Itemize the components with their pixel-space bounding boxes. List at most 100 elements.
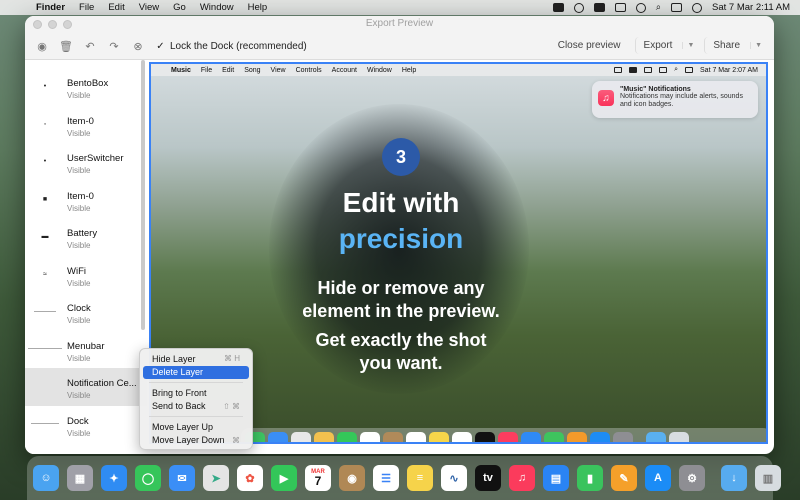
- menu-separator: [149, 382, 243, 383]
- music-note-icon: ♫: [598, 90, 614, 106]
- preview-mail-icon: [268, 432, 288, 442]
- finder-icon[interactable]: ☺: [33, 465, 59, 491]
- battery-icon[interactable]: [614, 3, 626, 12]
- siri-icon[interactable]: [692, 2, 703, 13]
- layer-name: Menubar: [67, 340, 105, 352]
- menu-edit[interactable]: Edit: [108, 2, 124, 13]
- layer-item[interactable]: Dock Visible: [25, 406, 147, 444]
- music-icon[interactable]: ♫: [509, 465, 535, 491]
- link-icon[interactable]: [635, 2, 646, 13]
- layer-thumbnail: [25, 421, 65, 428]
- preview-menu-item: Song: [244, 66, 261, 74]
- clear-icon[interactable]: ⊗: [127, 37, 149, 55]
- layer-item-selected[interactable]: Notification Ce... Visible: [25, 368, 147, 406]
- export-preview-window: Export Preview ◉ 🗑 ↶ ↷ ⊗ ✓ Lock the Dock…: [25, 16, 774, 454]
- numbers-icon[interactable]: ▮: [577, 465, 603, 491]
- layer-item[interactable]: ≈ WiFi Visible: [25, 256, 147, 294]
- preview-settings-icon: [613, 432, 633, 442]
- redo-icon[interactable]: ↷: [103, 37, 125, 55]
- sidebar-scrollbar[interactable]: [141, 60, 145, 330]
- photos-icon[interactable]: ✿: [237, 465, 263, 491]
- menubar-clock[interactable]: Sat 7 Mar 2:11 AM: [712, 2, 790, 13]
- layer-status: Visible: [67, 391, 91, 400]
- search-icon[interactable]: ⌕: [656, 2, 661, 13]
- preview-battery-icon: [644, 67, 653, 73]
- lock-dock-checkbox[interactable]: ✓ Lock the Dock (recommended): [155, 41, 306, 52]
- export-button[interactable]: Export: [634, 37, 681, 54]
- layer-thumbnail: •: [43, 83, 47, 91]
- menu-file[interactable]: File: [79, 2, 94, 13]
- checkmark-icon[interactable]: ✓: [155, 41, 166, 52]
- downloads-folder-icon[interactable]: ↓: [721, 465, 747, 491]
- pages-icon[interactable]: ✎: [611, 465, 637, 491]
- preview-menu-item: Help: [401, 66, 417, 74]
- preview-dock[interactable]: [241, 428, 766, 442]
- menu-move-layer-down-shortcut: ⌘: [232, 435, 240, 445]
- keyboard-icon[interactable]: [593, 3, 605, 12]
- layer-item[interactable]: • BentoBox Visible: [25, 68, 147, 106]
- menu-bring-to-front[interactable]: Bring to Front: [143, 386, 249, 400]
- preview-contacts-icon: [383, 432, 403, 442]
- preview-notification[interactable]: ♫ "Music" Notifications Notifications ma…: [592, 81, 758, 118]
- preview-freeform-icon: [452, 432, 472, 442]
- layer-item[interactable]: Menubar Visible: [25, 331, 147, 369]
- menu-app-name[interactable]: Finder: [36, 2, 65, 13]
- trash-icon[interactable]: 🗑: [55, 37, 77, 55]
- menu-send-to-back-shortcut: ⇧ ⌘: [223, 401, 240, 411]
- menu-window[interactable]: Window: [200, 2, 234, 13]
- menu-help[interactable]: Help: [248, 2, 268, 13]
- layer-name: BentoBox: [67, 78, 109, 89]
- apple-tv-icon[interactable]: tv: [475, 465, 501, 491]
- mail-icon[interactable]: ✉: [169, 465, 195, 491]
- menu-delete-layer[interactable]: Delete Layer: [143, 365, 249, 379]
- eye-icon[interactable]: ◉: [31, 37, 53, 55]
- preview-music-icon: [498, 432, 518, 442]
- menu-view[interactable]: View: [139, 2, 159, 13]
- layer-item[interactable]: ■ Item-0 Visible: [25, 181, 147, 219]
- subtitle-1: Hide or remove any element in the previe…: [151, 277, 651, 324]
- app-status-icon[interactable]: [552, 3, 564, 12]
- user-icon[interactable]: [573, 2, 584, 13]
- layers-sidebar: • BentoBox Visible ◦ Item-0 Visible • Us…: [25, 60, 147, 454]
- layer-item[interactable]: ▬ Battery Visible: [25, 218, 147, 256]
- calendar-icon[interactable]: MAR 7: [305, 465, 331, 491]
- system-settings-icon[interactable]: ⚙: [679, 465, 705, 491]
- calendar-day: 7: [314, 474, 322, 488]
- layer-thumbnail: •: [43, 158, 47, 166]
- preview-notes-icon: [429, 432, 449, 442]
- safari-icon[interactable]: ✦: [101, 465, 127, 491]
- reminders-icon[interactable]: ☰: [373, 465, 399, 491]
- preview-trash-icon: [669, 432, 689, 442]
- notes-icon[interactable]: ≡: [407, 465, 433, 491]
- preview-menubar[interactable]: Music File Edit Song View Controls Accou…: [151, 64, 766, 76]
- messages-icon[interactable]: ◯: [135, 465, 161, 491]
- export-menu-chevron-icon[interactable]: ▼: [682, 42, 698, 49]
- menu-send-to-back[interactable]: Send to Back ⇧ ⌘: [143, 400, 249, 414]
- layer-item[interactable]: • UserSwitcher Visible: [25, 143, 147, 181]
- share-button[interactable]: Share: [704, 37, 748, 54]
- keynote-icon[interactable]: ▤: [543, 465, 569, 491]
- facetime-icon[interactable]: ▶: [271, 465, 297, 491]
- control-center-icon[interactable]: [671, 3, 683, 12]
- layer-item[interactable]: Clock Visible: [25, 293, 147, 331]
- layer-item[interactable]: ◦ Item-0 Visible: [25, 106, 147, 144]
- share-menu-chevron-icon[interactable]: ▼: [750, 42, 766, 49]
- trash-icon[interactable]: ▥: [755, 465, 781, 491]
- freeform-icon[interactable]: ∿: [441, 465, 467, 491]
- undo-icon[interactable]: ↶: [79, 37, 101, 55]
- layer-status: Visible: [67, 203, 91, 213]
- menu-go[interactable]: Go: [173, 2, 186, 13]
- app-store-icon[interactable]: A: [645, 465, 671, 491]
- close-preview-button[interactable]: Close preview: [550, 37, 629, 54]
- layer-status: Visible: [67, 166, 91, 175]
- maps-icon[interactable]: ➤: [203, 465, 229, 491]
- preview-downloads-icon: [646, 432, 666, 442]
- contacts-icon[interactable]: ◉: [339, 465, 365, 491]
- menu-move-layer-up[interactable]: Move Layer Up: [143, 420, 249, 434]
- menu-move-layer-down[interactable]: Move Layer Down ⌘: [143, 434, 249, 448]
- headline-line2: precision: [338, 223, 464, 254]
- preview-menu-item: Window: [366, 66, 392, 74]
- launchpad-icon[interactable]: ▦: [67, 465, 93, 491]
- menu-hide-layer[interactable]: Hide Layer ⌘ H: [143, 352, 249, 366]
- toolbar: ◉ 🗑 ↶ ↷ ⊗ ✓ Lock the Dock (recommended) …: [25, 33, 774, 60]
